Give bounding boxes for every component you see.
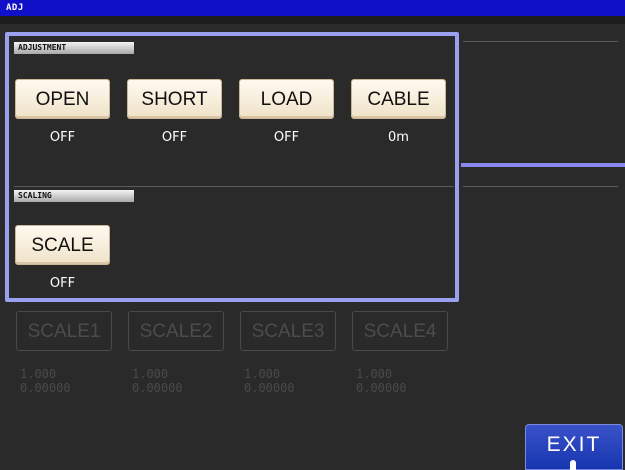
scale3-offset: 0.00000 <box>244 381 295 395</box>
open-status: OFF <box>49 130 76 145</box>
cable-button[interactable]: CABLE <box>351 79 446 119</box>
touch-indicator-icon <box>570 460 576 470</box>
scale1-gain: 1.000 <box>20 367 57 381</box>
load-button[interactable]: LOAD <box>239 79 334 119</box>
divider-right-mid <box>463 186 618 187</box>
short-status: OFF <box>161 130 188 145</box>
scale3-button: SCALE3 <box>240 311 336 351</box>
window-title: ADJ <box>0 0 625 16</box>
scale2-offset: 0.00000 <box>132 381 183 395</box>
scale-button[interactable]: SCALE <box>15 225 110 265</box>
title-underline <box>0 16 625 24</box>
short-button[interactable]: SHORT <box>127 79 222 119</box>
scale4-button: SCALE4 <box>352 311 448 351</box>
scale4-gain: 1.000 <box>356 367 393 381</box>
scale2-gain: 1.000 <box>132 367 169 381</box>
load-status: OFF <box>273 130 300 145</box>
section-label-scaling: SCALING <box>14 190 134 202</box>
scale-status: OFF <box>49 276 76 291</box>
scale4-offset: 0.00000 <box>356 381 407 395</box>
scale1-button: SCALE1 <box>16 311 112 351</box>
divider-right-top <box>463 41 618 42</box>
section-divider <box>14 186 454 187</box>
right-panel-separator <box>461 163 625 167</box>
cable-length: 0m <box>388 130 409 145</box>
scale2-button: SCALE2 <box>128 311 224 351</box>
scale1-offset: 0.00000 <box>20 381 71 395</box>
open-button[interactable]: OPEN <box>15 79 110 119</box>
scale3-gain: 1.000 <box>244 367 281 381</box>
section-label-adjustment: ADJUSTMENT <box>14 42 134 54</box>
